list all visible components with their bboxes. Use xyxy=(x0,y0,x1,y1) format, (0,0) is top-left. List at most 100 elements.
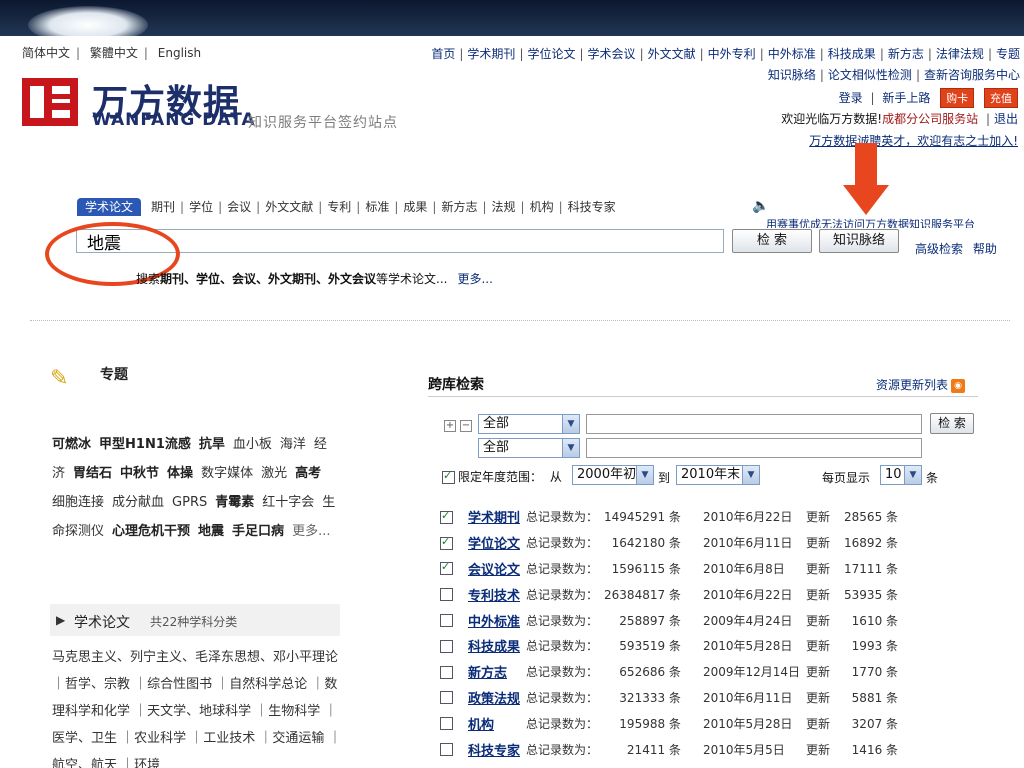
topic-link[interactable]: GPRS xyxy=(172,495,207,510)
recharge-button[interactable]: 充值 xyxy=(984,88,1018,108)
tab-0[interactable]: 学术论文 xyxy=(77,198,142,216)
row-checkbox[interactable] xyxy=(440,691,453,705)
top-nav-link[interactable]: 中外专利 xyxy=(708,47,756,61)
login-link[interactable]: 登录 xyxy=(839,91,863,105)
top-nav-link[interactable]: 查新咨询服务中心 xyxy=(924,68,1020,82)
plus-icon[interactable]: + xyxy=(444,420,456,432)
total-value: 593519 条 xyxy=(604,633,687,659)
topic-link[interactable]: 中秋节 xyxy=(120,466,159,481)
buy-card-button[interactable]: 购卡 xyxy=(940,88,975,108)
top-nav-link[interactable]: 知识脉络 xyxy=(768,68,816,82)
topic-link[interactable]: 可燃冰 xyxy=(52,437,91,452)
db-name-link[interactable]: 学位论文 xyxy=(462,530,526,556)
subject-list[interactable]: 马克思主义、列宁主义、毛泽东思想、邓小平理论 ｜哲学、宗教 ｜综合性图书 ｜自然… xyxy=(52,644,342,768)
top-nav-link[interactable]: 法律法规 xyxy=(936,47,984,61)
hint-more-link[interactable]: 更多... xyxy=(457,272,492,286)
top-nav-link[interactable]: 学术期刊 xyxy=(467,47,515,61)
tab-10[interactable]: 机构 xyxy=(530,200,554,214)
top-nav-link[interactable]: 外文文献 xyxy=(648,47,696,61)
db-name-link[interactable]: 机构 xyxy=(462,710,526,736)
top-nav-link[interactable]: 首页 xyxy=(431,47,455,61)
row-checkbox[interactable] xyxy=(440,560,453,576)
tab-11[interactable]: 科技专家 xyxy=(568,200,616,214)
row-checkbox[interactable] xyxy=(440,588,453,602)
topic-link[interactable]: 激光 xyxy=(261,466,287,481)
db-name-link[interactable]: 新方志 xyxy=(462,659,526,685)
field-select-1[interactable]: 全部 ▼ xyxy=(478,414,580,434)
advanced-search-link[interactable]: 高级检索 xyxy=(915,242,963,256)
topic-link[interactable]: 抗旱 xyxy=(199,437,225,452)
tab-8[interactable]: 新方志 xyxy=(441,200,477,214)
help-link[interactable]: 帮助 xyxy=(973,242,997,256)
topic-link[interactable]: 地震 xyxy=(198,524,224,539)
logo[interactable]: 万方数据 WANFANG DATA 知识服务平台签约站点 xyxy=(22,76,462,131)
cross-search-button[interactable]: 检 索 xyxy=(930,413,974,434)
topic-link[interactable]: 红十字会 xyxy=(262,495,314,510)
topic-link[interactable]: 胃结石 xyxy=(73,466,112,481)
row-checkbox[interactable] xyxy=(440,665,453,679)
row-checkbox[interactable] xyxy=(440,743,453,757)
topics-more-link[interactable]: 更多... xyxy=(292,524,330,539)
per-page-select[interactable]: 10 ▼ xyxy=(880,465,922,485)
tab-3[interactable]: 会议 xyxy=(227,200,251,214)
table-row: 学术期刊总记录数为： 14945291 条 2010年6月22日更新 28565 条 xyxy=(440,504,904,530)
top-nav-link[interactable]: 论文相似性检测 xyxy=(828,68,912,82)
row-checkbox[interactable] xyxy=(440,535,453,550)
top-nav-link[interactable]: 中外标准 xyxy=(768,47,816,61)
db-name-link[interactable]: 科技专家 xyxy=(462,736,526,762)
db-name-link[interactable]: 政策法规 xyxy=(462,685,526,711)
tab-5[interactable]: 专利 xyxy=(327,200,351,214)
search-button[interactable]: 检 索 xyxy=(732,229,812,253)
branch-link[interactable]: 成都分公司服务站 xyxy=(882,112,978,126)
lang-english[interactable]: English xyxy=(158,46,201,60)
speaker-icon[interactable]: 🔈 xyxy=(752,198,769,214)
recruit-link[interactable]: 万方数据诚聘英才，欢迎有志之士加入! xyxy=(809,132,1018,149)
logout-link[interactable]: 退出 xyxy=(994,112,1018,126)
topic-link[interactable]: 甲型H1N1流感 xyxy=(99,437,191,452)
lang-simplified[interactable]: 简体中文 xyxy=(22,46,70,60)
top-nav-link[interactable]: 专题 xyxy=(996,47,1020,61)
total-number: 593519 xyxy=(619,639,666,654)
newbie-link[interactable]: 新手上路 xyxy=(882,91,930,105)
top-nav-link[interactable]: 学位论文 xyxy=(527,47,575,61)
tab-6[interactable]: 标准 xyxy=(365,200,389,214)
tab-7[interactable]: 成果 xyxy=(403,200,427,214)
db-name-link[interactable]: 科技成果 xyxy=(462,633,526,659)
row-checkbox[interactable] xyxy=(440,509,453,524)
term-input-1[interactable] xyxy=(586,414,922,434)
tab-1[interactable]: 期刊 xyxy=(151,200,175,214)
notice-marquee[interactable]: 用赛事优成无法访问万方数据知识服务平台 xyxy=(766,216,1006,228)
topic-link[interactable]: 成分献血 xyxy=(112,495,164,510)
topic-link[interactable]: 血小板 xyxy=(233,437,272,452)
top-nav-link[interactable]: 新方志 xyxy=(888,47,924,61)
db-name-link[interactable]: 专利技术 xyxy=(462,581,526,607)
minus-icon[interactable]: − xyxy=(460,420,472,432)
year-limit-checkbox[interactable] xyxy=(442,469,455,484)
topic-link[interactable]: 手足口病 xyxy=(232,524,284,539)
row-checkbox[interactable] xyxy=(440,614,453,628)
topic-link[interactable]: 细胞连接 xyxy=(52,495,104,510)
lang-traditional[interactable]: 繁體中文 xyxy=(90,46,138,60)
year-from-select[interactable]: 2000年初 ▼ xyxy=(572,465,654,485)
rss-link[interactable]: 资源更新列表 ◉ xyxy=(876,376,966,393)
tab-9[interactable]: 法规 xyxy=(492,200,516,214)
topic-link[interactable]: 青霉素 xyxy=(215,495,254,510)
row-checkbox[interactable] xyxy=(440,639,453,653)
tab-2[interactable]: 学位 xyxy=(189,200,213,214)
tab-4[interactable]: 外文文献 xyxy=(265,200,313,214)
db-name-link[interactable]: 学术期刊 xyxy=(462,504,526,530)
db-name-link[interactable]: 会议论文 xyxy=(462,556,526,582)
topic-link[interactable]: 心理危机干预 xyxy=(112,524,190,539)
year-to-select[interactable]: 2010年末 ▼ xyxy=(676,465,760,485)
knowledge-button[interactable]: 知识脉络 xyxy=(819,229,899,253)
topic-link[interactable]: 高考 xyxy=(295,466,321,481)
field-select-2[interactable]: 全部 ▼ xyxy=(478,438,580,458)
topic-link[interactable]: 海洋 xyxy=(280,437,306,452)
topic-link[interactable]: 数字媒体 xyxy=(201,466,253,481)
db-name-link[interactable]: 中外标准 xyxy=(462,607,526,633)
topic-link[interactable]: 体操 xyxy=(167,466,193,481)
row-checkbox[interactable] xyxy=(440,717,453,731)
term-input-2[interactable] xyxy=(586,438,922,458)
top-nav-link[interactable]: 科技成果 xyxy=(828,47,876,61)
top-nav-link[interactable]: 学术会议 xyxy=(588,47,636,61)
